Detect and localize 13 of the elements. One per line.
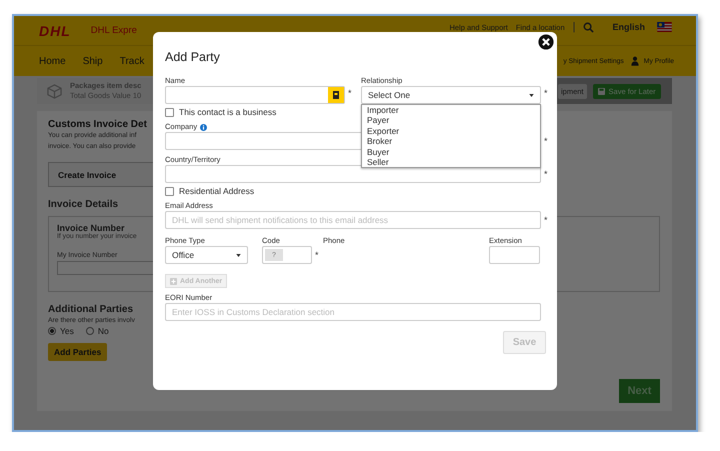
- separator: |: [572, 21, 576, 33]
- section-title: Customs Invoice Det: [48, 119, 147, 130]
- dialog-title: Add Party: [165, 50, 221, 64]
- section-heading: Additional Parties: [48, 304, 134, 315]
- required-mark: *: [543, 135, 549, 146]
- required-mark: *: [347, 87, 353, 98]
- section-heading: Invoice Details: [48, 199, 118, 210]
- required-mark: *: [543, 214, 549, 225]
- panel-title: Invoice Number: [57, 223, 125, 233]
- required-mark: *: [314, 249, 319, 262]
- required-mark: *: [543, 87, 549, 98]
- brand-name: DHL Expre: [90, 25, 137, 36]
- required-mark: *: [543, 168, 549, 179]
